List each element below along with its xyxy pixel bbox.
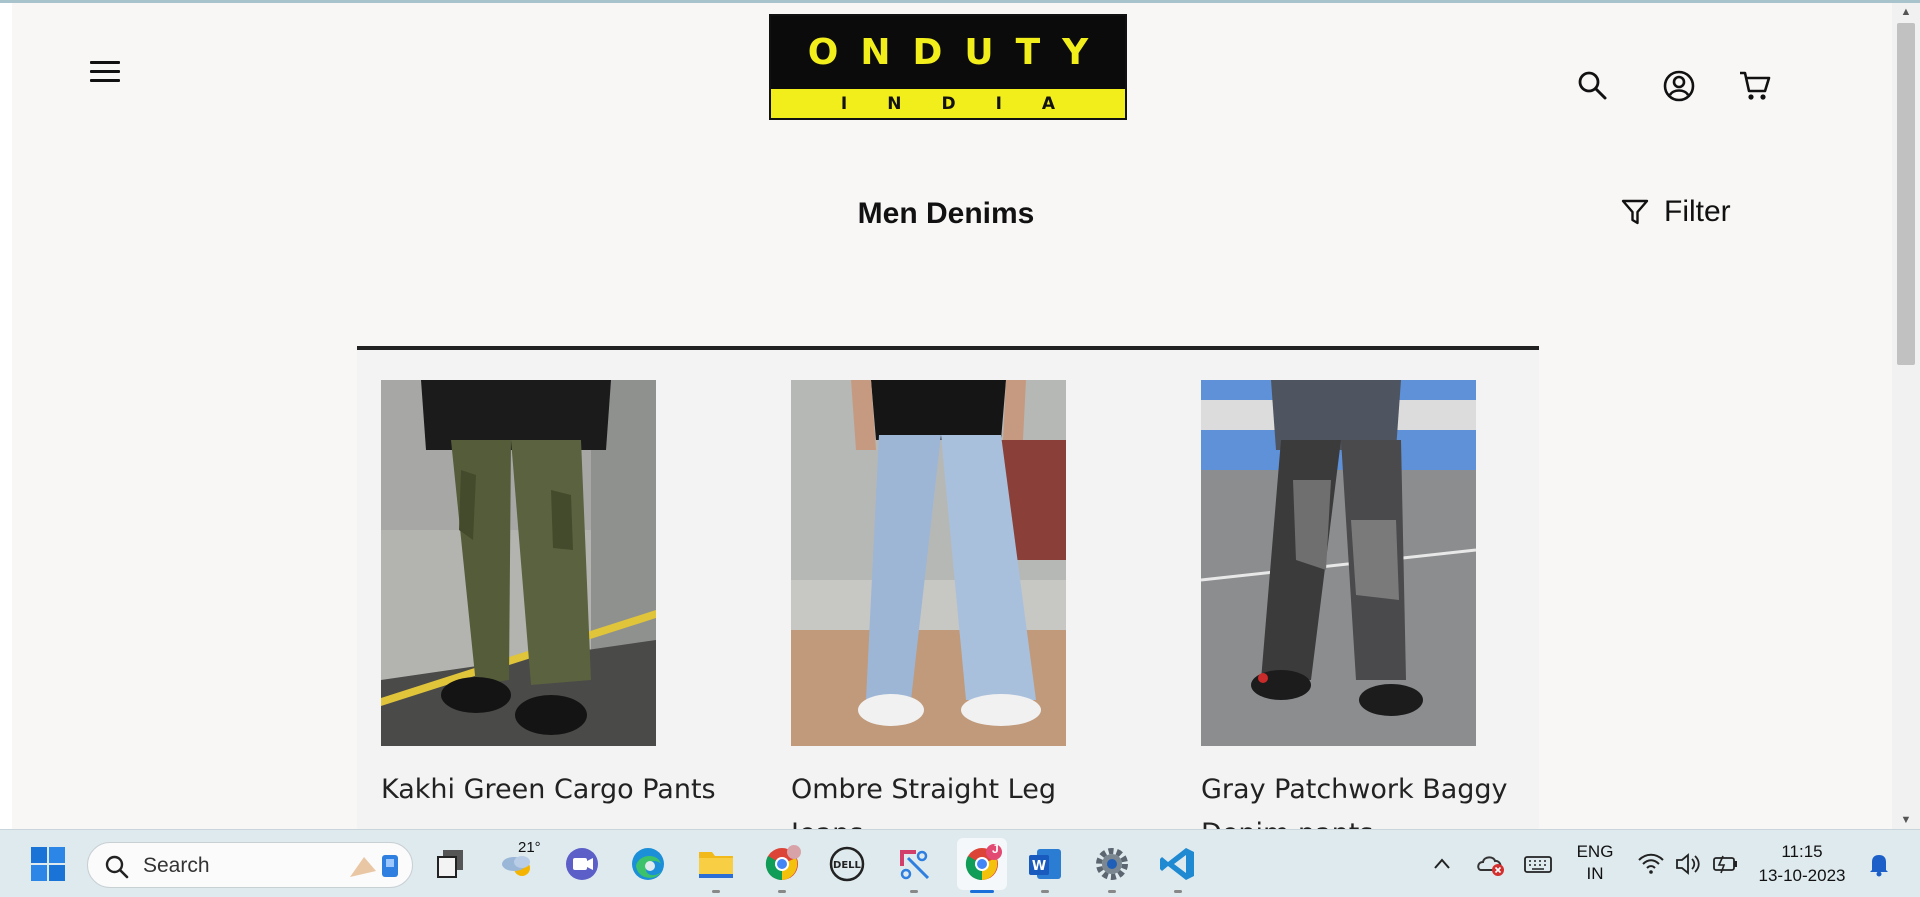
notification-bell-icon[interactable] — [1865, 844, 1893, 884]
collection-title: Men Denims — [857, 197, 1035, 230]
product-card[interactable]: Ombre Straight Leg Jeans — [791, 380, 1066, 829]
taskbar-open-indicator — [1108, 890, 1116, 893]
svg-text:W: W — [1032, 859, 1046, 874]
chrome-profile-badge: J — [992, 842, 999, 856]
weather-temperature: 21° — [518, 839, 541, 856]
brand-logo[interactable]: ONDUTY INDIA — [769, 14, 1127, 120]
svg-text:DELL: DELL — [833, 860, 862, 871]
search-icon[interactable] — [1576, 69, 1610, 103]
taskbar-search-placeholder: Search — [143, 854, 210, 877]
battery-charging-icon[interactable] — [1711, 844, 1739, 884]
left-gutter — [0, 3, 12, 829]
wifi-icon[interactable] — [1637, 844, 1665, 884]
search-highlight-icon — [350, 855, 398, 877]
taskbar-search-box[interactable]: Search — [87, 842, 413, 888]
taskbar-date[interactable]: 13-10-2023 — [1752, 866, 1852, 886]
scroll-down-arrow-icon[interactable]: ▼ — [1892, 811, 1920, 829]
volume-icon[interactable] — [1674, 844, 1702, 884]
dell-app-icon[interactable]: DELL — [827, 844, 867, 884]
scroll-up-arrow-icon[interactable]: ▲ — [1892, 3, 1920, 21]
taskbar-time[interactable]: 11:15 — [1752, 842, 1852, 862]
product-title[interactable]: Gray Patchwork Baggy Denim pants - Stree… — [1201, 768, 1541, 829]
product-card[interactable]: Kakhi Green Cargo Pants — [381, 380, 716, 812]
account-icon[interactable] — [1662, 69, 1696, 103]
settings-gear-icon[interactable] — [1092, 844, 1132, 884]
keyboard-icon[interactable] — [1523, 844, 1553, 884]
search-icon — [105, 855, 129, 879]
product-image-cargo-pants[interactable] — [381, 380, 656, 746]
taskbar-open-indicator — [1174, 890, 1182, 893]
weather-widget-icon[interactable]: 21° — [498, 839, 541, 884]
scrollbar-thumb[interactable] — [1897, 23, 1915, 365]
page-scrollbar[interactable]: ▲ ▼ — [1892, 3, 1920, 829]
product-grid: Kakhi Green Cargo Pants Ombre Straight L… — [357, 346, 1539, 829]
language-line2[interactable]: IN — [1574, 864, 1616, 884]
product-image-patchwork-denim[interactable] — [1201, 380, 1476, 746]
taskbar-open-indicator — [910, 890, 918, 893]
cart-icon[interactable] — [1738, 69, 1772, 103]
task-view-icon[interactable] — [431, 844, 471, 884]
hamburger-menu-icon[interactable] — [90, 61, 120, 85]
vscode-icon[interactable] — [1158, 844, 1198, 884]
meet-video-icon[interactable] — [562, 844, 602, 884]
windows-start-icon[interactable] — [28, 844, 68, 884]
onedrive-error-icon[interactable] — [1476, 844, 1506, 884]
word-icon[interactable]: W — [1025, 844, 1065, 884]
filter-button[interactable]: Filter — [1620, 195, 1731, 229]
store-page: ONDUTY INDIA Men Denims Filter Kakhi Gre… — [12, 3, 1892, 829]
taskbar-open-indicator — [712, 890, 720, 893]
show-hidden-icons-chevron-icon[interactable] — [1430, 844, 1454, 884]
windows-taskbar: Search 21° DELL J W ENG IN 11:15 13-10-2… — [0, 829, 1920, 897]
product-image-straight-jeans[interactable] — [791, 380, 1066, 746]
product-title[interactable]: Ombre Straight Leg Jeans — [791, 768, 1131, 829]
edge-browser-icon[interactable] — [628, 844, 668, 884]
language-line1[interactable]: ENG — [1574, 842, 1616, 862]
taskbar-active-indicator — [970, 890, 994, 893]
file-explorer-icon[interactable] — [696, 844, 736, 884]
filter-icon — [1621, 199, 1649, 225]
chrome-active-icon[interactable]: J — [957, 838, 1007, 890]
filter-label: Filter — [1664, 195, 1731, 228]
brand-logo-line1: ONDUTY — [807, 32, 1111, 73]
brand-logo-line2: INDIA — [840, 93, 1096, 114]
taskbar-open-indicator — [778, 890, 786, 893]
product-title[interactable]: Kakhi Green Cargo Pants — [381, 768, 721, 812]
taskbar-open-indicator — [1041, 890, 1049, 893]
chrome-profile-icon[interactable] — [762, 844, 802, 884]
snipping-tool-icon[interactable] — [894, 844, 934, 884]
product-card[interactable]: Gray Patchwork Baggy Denim pants - Stree… — [1201, 380, 1508, 829]
